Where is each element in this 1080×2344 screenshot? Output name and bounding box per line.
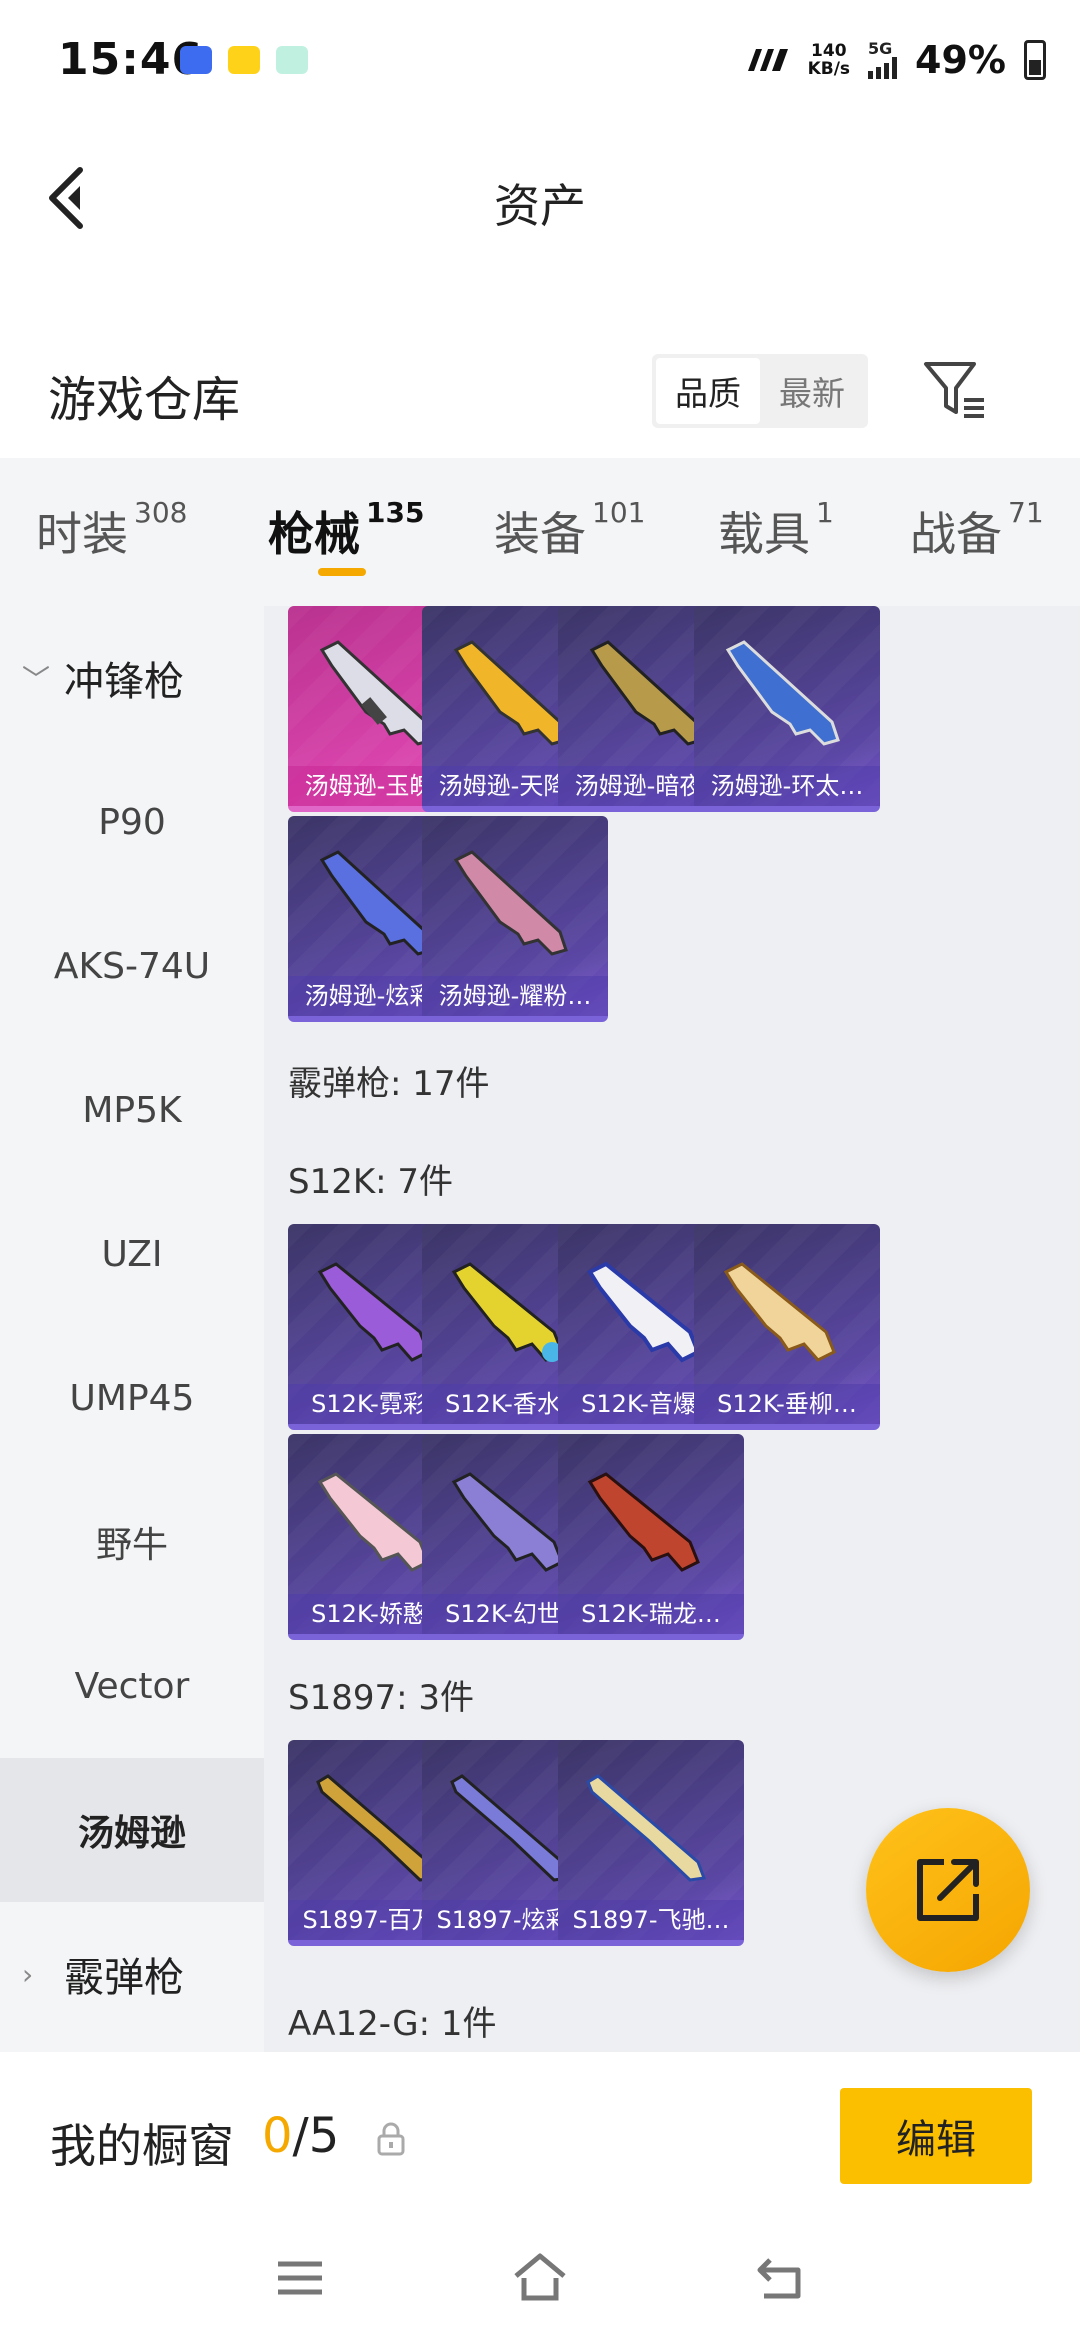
active-tab-indicator bbox=[318, 568, 366, 576]
gun-image bbox=[586, 1774, 707, 1882]
warehouse-title: 游戏仓库 bbox=[48, 372, 241, 428]
shotgun-total-label: 霰弹枪: 17件 bbox=[288, 1064, 490, 1104]
app-yellow-icon bbox=[228, 46, 260, 74]
chevron-down-icon: ﹀ bbox=[22, 663, 51, 696]
skin-name: 汤姆逊-环太… bbox=[694, 766, 880, 806]
sidebar-group-shotgun[interactable]: › 霰弹枪 bbox=[0, 1902, 264, 2046]
share-icon bbox=[917, 1859, 979, 1921]
tab-equipment[interactable]: 装备 101 bbox=[494, 496, 645, 564]
category-tabs: 时装 308 枪械 135 装备 101 载具 1 战备 71 bbox=[0, 458, 1080, 606]
tab-vehicles[interactable]: 载具 1 bbox=[718, 496, 834, 564]
skin-card[interactable]: S12K-瑞龙… bbox=[558, 1434, 744, 1640]
filter-icon[interactable] bbox=[920, 354, 990, 424]
battery-percent: 49% bbox=[915, 38, 1006, 82]
lock-icon bbox=[377, 2122, 405, 2156]
showcase-count: 0/5 bbox=[262, 2108, 340, 2164]
sidebar-item-uzi[interactable]: UZI bbox=[0, 1182, 264, 1326]
skin-card[interactable]: 汤姆逊-耀粉… bbox=[422, 816, 608, 1022]
skin-name: S12K-垂柳… bbox=[694, 1384, 880, 1424]
skin-name: 汤姆逊-耀粉… bbox=[422, 976, 608, 1016]
section-title-aa12g: AA12-G: 1件 bbox=[288, 2004, 497, 2044]
sidebar-item-thompson[interactable]: 汤姆逊 bbox=[0, 1758, 264, 1902]
sidebar-item-ump45[interactable]: UMP45 bbox=[0, 1326, 264, 1470]
chevron-right-icon: › bbox=[22, 1957, 34, 1991]
menu-icon[interactable] bbox=[270, 2248, 330, 2308]
tab-firearms[interactable]: 枪械 135 bbox=[268, 496, 424, 564]
chat-icon bbox=[276, 46, 308, 74]
signal-bars-icon bbox=[868, 57, 898, 79]
section-title-s12k: S12K: 7件 bbox=[288, 1162, 454, 1202]
gun-image bbox=[587, 1472, 700, 1572]
skin-name: S12K-瑞龙… bbox=[558, 1594, 744, 1634]
vivo-icon bbox=[180, 46, 212, 74]
skin-card[interactable]: S1897-飞驰… bbox=[558, 1740, 744, 1946]
edit-showcase-button[interactable]: 编辑 bbox=[840, 2088, 1032, 2184]
sort-quality-button[interactable]: 品质 bbox=[656, 358, 760, 424]
tab-supplies[interactable]: 战备 71 bbox=[910, 496, 1044, 564]
tab-fashion[interactable]: 时装 308 bbox=[36, 496, 187, 564]
warehouse-header: 游戏仓库 品质 最新 bbox=[0, 330, 1080, 450]
battery-icon bbox=[1024, 40, 1046, 80]
page-title: 资产 bbox=[494, 179, 586, 233]
sort-newest-button[interactable]: 最新 bbox=[760, 358, 864, 424]
sidebar-group-smg[interactable]: ﹀ 冲锋枪 bbox=[0, 606, 264, 750]
sidebar-item-vector[interactable]: Vector bbox=[0, 1614, 264, 1758]
skin-card[interactable]: 汤姆逊-环太… bbox=[694, 606, 880, 812]
weapon-type-sidebar: ﹀ 冲锋枪 P90 AKS-74U MP5K UZI UMP45 野牛 Vect… bbox=[0, 606, 264, 2052]
network-type: 5G bbox=[868, 39, 893, 58]
gun-image bbox=[725, 640, 840, 746]
back-icon[interactable] bbox=[750, 2248, 810, 2308]
sidebar-item-p90[interactable]: P90 bbox=[0, 750, 264, 894]
netspeed: 140 KB/s bbox=[807, 41, 851, 79]
sidebar-item-aks74u[interactable]: AKS-74U bbox=[0, 894, 264, 1038]
skin-name: S1897-飞驰… bbox=[558, 1900, 744, 1940]
signal-brand-icon bbox=[747, 49, 788, 71]
status-bar: 15:46 140 KB/s 5G 49% bbox=[0, 0, 1080, 120]
system-nav-bar bbox=[0, 2222, 1080, 2344]
home-icon[interactable] bbox=[510, 2248, 570, 2308]
title-bar: 资产 bbox=[0, 120, 1080, 280]
gun-image bbox=[723, 1262, 836, 1362]
showcase-bar: 我的橱窗 0/5 编辑 bbox=[0, 2052, 1080, 2222]
showcase-title: 我的橱窗 bbox=[50, 2119, 234, 2173]
section-title-s1897: S1897: 3件 bbox=[288, 1678, 475, 1718]
sort-segmented-control: 品质 最新 bbox=[652, 354, 868, 428]
skin-card[interactable]: S12K-垂柳… bbox=[694, 1224, 880, 1430]
sidebar-item-bizon[interactable]: 野牛 bbox=[0, 1470, 264, 1614]
share-fab-button[interactable] bbox=[866, 1808, 1030, 1972]
sidebar-item-mp5k[interactable]: MP5K bbox=[0, 1038, 264, 1182]
gun-image bbox=[453, 850, 568, 956]
